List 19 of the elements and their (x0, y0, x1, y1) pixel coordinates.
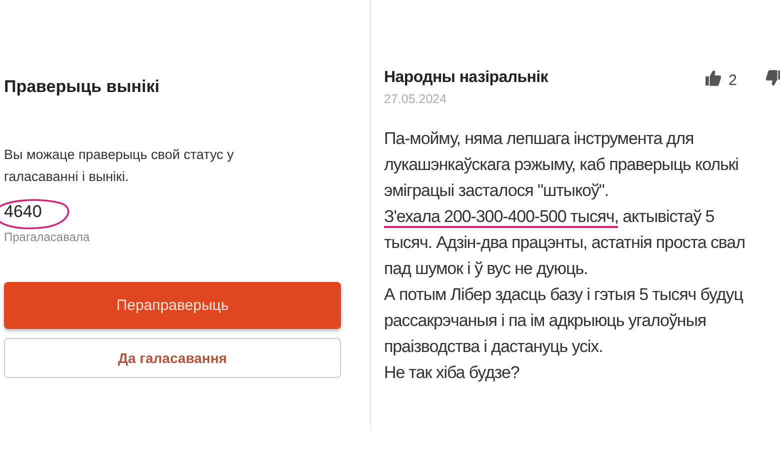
comment-text-line: Па-мойму, няма лепшага інструмента для (384, 128, 695, 150)
comment-text-line: З'ехала 200-300-400-500 тысяч, актывістаў 5 (384, 206, 716, 230)
section-title: Праверыць вынікі (4, 77, 160, 97)
comment-text-line: лукашэнкаўскага рэжыму, каб праверыць колькі (384, 154, 740, 176)
comment-text-line: праізводства і дастануць усіх. (384, 336, 604, 358)
comment-text-line: эміграцыі засталося "штыкоў". (384, 180, 610, 202)
comment-date: 27.05.2024 (384, 92, 448, 106)
comment-text-line: пад шумок і ў вус не дуюць. (384, 258, 589, 280)
description-text: Вы можаце праверыць свой статус у галасаванні і вынікі. (4, 146, 235, 186)
status-label: Прагаласавала (4, 230, 91, 244)
comment-text-line: Не так хіба будзе? (384, 362, 520, 384)
status-code: 4640 (4, 202, 42, 222)
like-count: 2 (728, 72, 737, 88)
comment-text-line: А потым Лібер здасць базу і гэтыя 5 тысяч будуц (384, 284, 744, 306)
back-button[interactable]: Да галасавання (4, 338, 341, 378)
comment-text-line: тысяч. Адзін-два працэнты, астатнія проста свал (384, 232, 746, 254)
comment-text-line: рассакрэчаныя і па ім адкрыюць угалоўныя (384, 310, 708, 332)
recheck-button[interactable]: Пераправерыць (4, 282, 341, 329)
author-name: Народны назіральнік (384, 69, 548, 87)
